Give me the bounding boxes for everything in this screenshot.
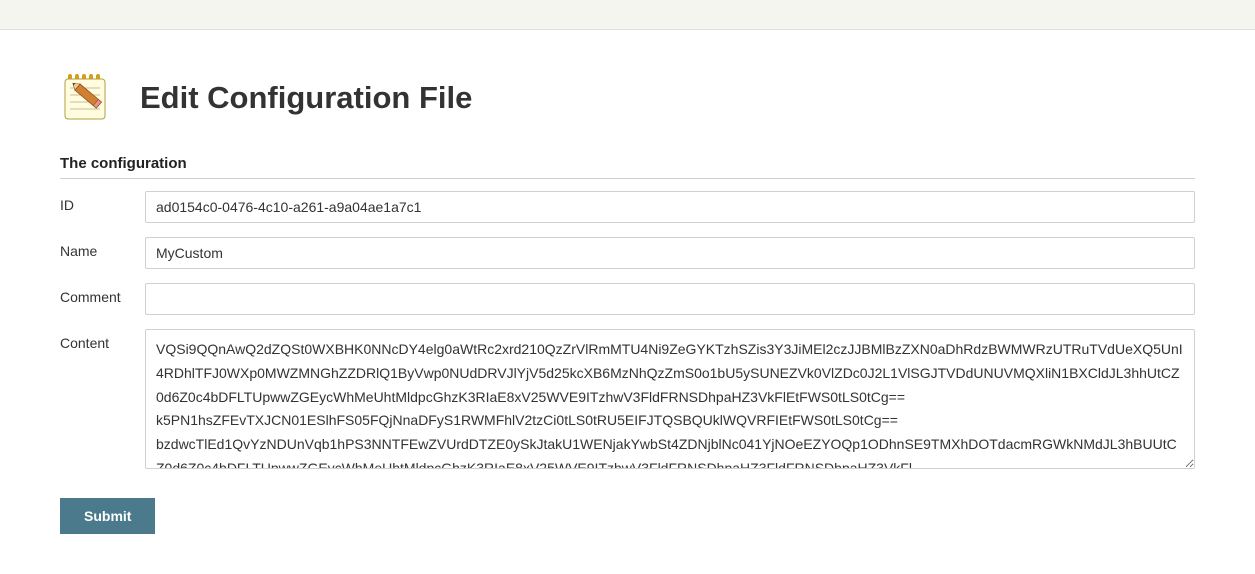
comment-input[interactable] [145, 283, 1195, 315]
form-row-content: Content [60, 329, 1195, 474]
page-title: Edit Configuration File [140, 80, 472, 116]
label-name: Name [60, 237, 145, 259]
name-input[interactable] [145, 237, 1195, 269]
main-container: Edit Configuration File The configuratio… [0, 30, 1255, 554]
label-id: ID [60, 191, 145, 213]
page-header: Edit Configuration File [60, 70, 1195, 125]
form-row-name: Name [60, 237, 1195, 269]
form-row-comment: Comment [60, 283, 1195, 315]
top-bar [0, 0, 1255, 30]
section-title: The configuration [60, 155, 1195, 179]
notepad-edit-icon [60, 70, 115, 125]
label-content: Content [60, 329, 145, 351]
label-comment: Comment [60, 283, 145, 305]
content-textarea[interactable] [145, 329, 1195, 469]
submit-button[interactable]: Submit [60, 498, 155, 534]
id-input[interactable] [145, 191, 1195, 223]
form-row-id: ID [60, 191, 1195, 223]
